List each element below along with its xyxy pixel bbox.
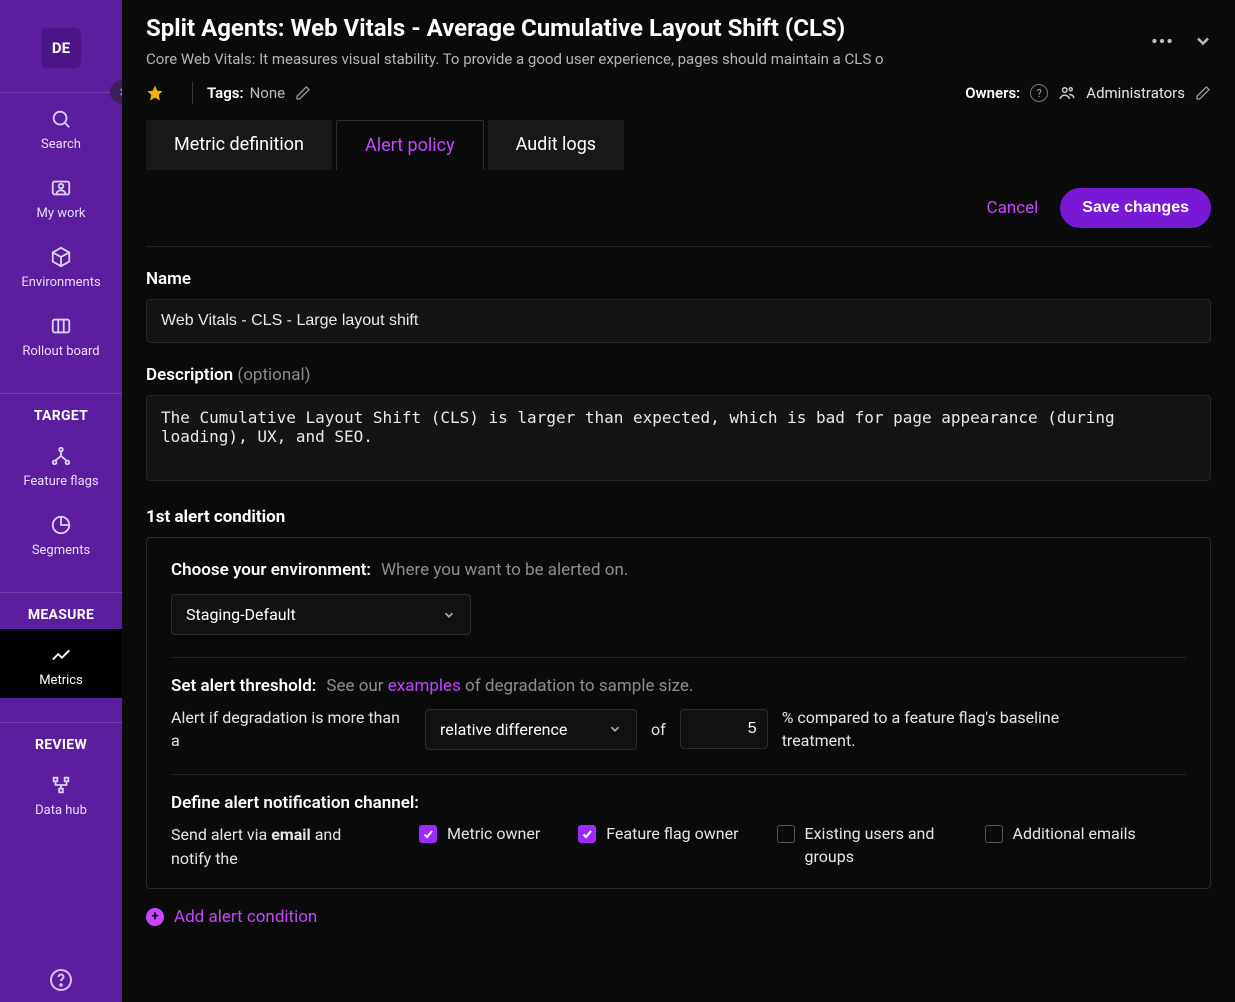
notify-lead: Send alert via email and notify the bbox=[171, 823, 381, 869]
condition-title: 1st alert condition bbox=[146, 507, 1211, 527]
collapse-button[interactable] bbox=[1193, 31, 1213, 51]
threshold-of: of bbox=[651, 720, 666, 739]
description-input[interactable]: The Cumulative Layout Shift (CLS) is lar… bbox=[146, 395, 1211, 481]
sidebar-label: Environments bbox=[21, 275, 100, 290]
sidebar-item-data-hub[interactable]: Data hub bbox=[0, 759, 122, 828]
sidebar-item-environments[interactable]: Environments bbox=[0, 231, 122, 300]
checkbox-label: Feature flag owner bbox=[606, 823, 738, 845]
checkbox-icon bbox=[777, 825, 795, 843]
sidebar-item-my-work[interactable]: My work bbox=[0, 162, 122, 231]
threshold-label: Set alert threshold: bbox=[171, 676, 316, 696]
threshold-text-pre: Alert if degradation is more than a bbox=[171, 706, 411, 752]
sidebar-section-target: TARGET bbox=[0, 394, 122, 430]
divider bbox=[171, 657, 1186, 658]
environment-select-value: Staging-Default bbox=[186, 605, 296, 624]
sidebar-label: My work bbox=[37, 206, 86, 221]
nodes-icon bbox=[49, 773, 73, 797]
checkbox-existing-users-groups[interactable]: Existing users and groups bbox=[777, 823, 947, 868]
plus-icon: + bbox=[146, 908, 164, 926]
pencil-icon bbox=[1195, 85, 1211, 101]
page-title: Split Agents: Web Vitals - Average Cumul… bbox=[146, 14, 1106, 42]
sidebar-item-feature-flags[interactable]: Feature flags bbox=[0, 430, 122, 499]
chevron-down-icon bbox=[1193, 31, 1213, 51]
name-label: Name bbox=[146, 269, 1211, 289]
checkbox-icon bbox=[419, 825, 437, 843]
tab-alert-policy[interactable]: Alert policy bbox=[336, 120, 484, 170]
threshold-mode-select[interactable]: relative difference bbox=[425, 709, 637, 750]
sidebar-item-search[interactable]: Search bbox=[0, 93, 122, 162]
cube-icon bbox=[49, 245, 73, 269]
threshold-hint: See our examples of degradation to sampl… bbox=[326, 676, 693, 696]
pie-icon bbox=[49, 513, 73, 537]
name-input[interactable] bbox=[146, 299, 1211, 343]
help-button[interactable] bbox=[49, 968, 73, 992]
checkbox-additional-emails[interactable]: Additional emails bbox=[985, 823, 1136, 845]
user-card-icon bbox=[49, 176, 73, 200]
chevron-down-icon bbox=[608, 722, 622, 736]
sidebar-section-measure: MEASURE bbox=[0, 593, 122, 629]
checkbox-label: Metric owner bbox=[447, 823, 540, 845]
owners-label: Owners: bbox=[965, 84, 1020, 102]
condition-box: Choose your environment: Where you want … bbox=[146, 537, 1211, 889]
favorite-star-button[interactable] bbox=[146, 84, 164, 102]
environment-label: Choose your environment: bbox=[171, 560, 371, 580]
sidebar-label: Feature flags bbox=[23, 474, 98, 489]
divider bbox=[171, 774, 1186, 775]
tab-audit-logs[interactable]: Audit logs bbox=[488, 120, 625, 170]
checkbox-metric-owner[interactable]: Metric owner bbox=[419, 823, 540, 845]
cancel-button[interactable]: Cancel bbox=[987, 198, 1039, 218]
threshold-value-input[interactable] bbox=[680, 709, 768, 749]
checkbox-label: Additional emails bbox=[1013, 823, 1136, 845]
divider bbox=[192, 82, 193, 104]
sidebar-item-segments[interactable]: Segments bbox=[0, 499, 122, 568]
edit-owners-button[interactable] bbox=[1195, 85, 1211, 101]
environment-select[interactable]: Staging-Default bbox=[171, 594, 471, 635]
people-icon bbox=[1058, 84, 1076, 102]
tab-metric-definition[interactable]: Metric definition bbox=[146, 120, 332, 170]
main-panel: Split Agents: Web Vitals - Average Cumul… bbox=[122, 0, 1235, 1002]
environment-hint: Where you want to be alerted on. bbox=[381, 560, 628, 580]
sidebar: DE Search My work Environments Rollout b… bbox=[0, 0, 122, 1002]
tags-label: Tags: bbox=[207, 84, 244, 102]
chevron-down-icon bbox=[442, 608, 456, 622]
threshold-mode-value: relative difference bbox=[440, 720, 567, 739]
more-menu-button[interactable] bbox=[1149, 28, 1175, 54]
sidebar-item-rollout-board[interactable]: Rollout board bbox=[0, 300, 122, 369]
page-subtitle: Core Web Vitals: It measures visual stab… bbox=[146, 50, 936, 68]
more-horizontal-icon bbox=[1149, 28, 1175, 54]
tags-value: None bbox=[250, 84, 286, 102]
sidebar-item-metrics[interactable]: Metrics bbox=[0, 629, 122, 698]
columns-icon bbox=[49, 314, 73, 338]
workspace-badge[interactable]: DE bbox=[41, 28, 81, 68]
sidebar-label: Metrics bbox=[39, 673, 83, 688]
owners-help-button[interactable]: ? bbox=[1030, 84, 1048, 102]
sidebar-label: Segments bbox=[32, 543, 90, 558]
checkbox-feature-flag-owner[interactable]: Feature flag owner bbox=[578, 823, 738, 845]
pencil-icon bbox=[295, 85, 311, 101]
branch-icon bbox=[49, 444, 73, 468]
save-changes-button[interactable]: Save changes bbox=[1060, 188, 1211, 228]
description-label: Description (optional) bbox=[146, 365, 1211, 385]
sidebar-label: Rollout board bbox=[22, 344, 99, 359]
star-icon bbox=[146, 84, 164, 102]
chart-line-icon bbox=[49, 643, 73, 667]
checkbox-label: Existing users and groups bbox=[805, 823, 947, 868]
threshold-text-post: % compared to a feature flag's baseline … bbox=[782, 706, 1102, 752]
add-alert-condition-button[interactable]: + Add alert condition bbox=[146, 907, 1211, 927]
edit-tags-button[interactable] bbox=[295, 85, 311, 101]
checkbox-icon bbox=[985, 825, 1003, 843]
owners-value: Administrators bbox=[1086, 84, 1185, 102]
checkbox-icon bbox=[578, 825, 596, 843]
sidebar-label: Data hub bbox=[35, 803, 87, 818]
search-icon bbox=[49, 107, 73, 131]
notify-label: Define alert notification channel: bbox=[171, 793, 419, 813]
add-alert-condition-label: Add alert condition bbox=[174, 907, 317, 927]
examples-link[interactable]: examples bbox=[388, 676, 461, 696]
sidebar-label: Search bbox=[41, 137, 81, 152]
sidebar-section-review: REVIEW bbox=[0, 723, 122, 759]
